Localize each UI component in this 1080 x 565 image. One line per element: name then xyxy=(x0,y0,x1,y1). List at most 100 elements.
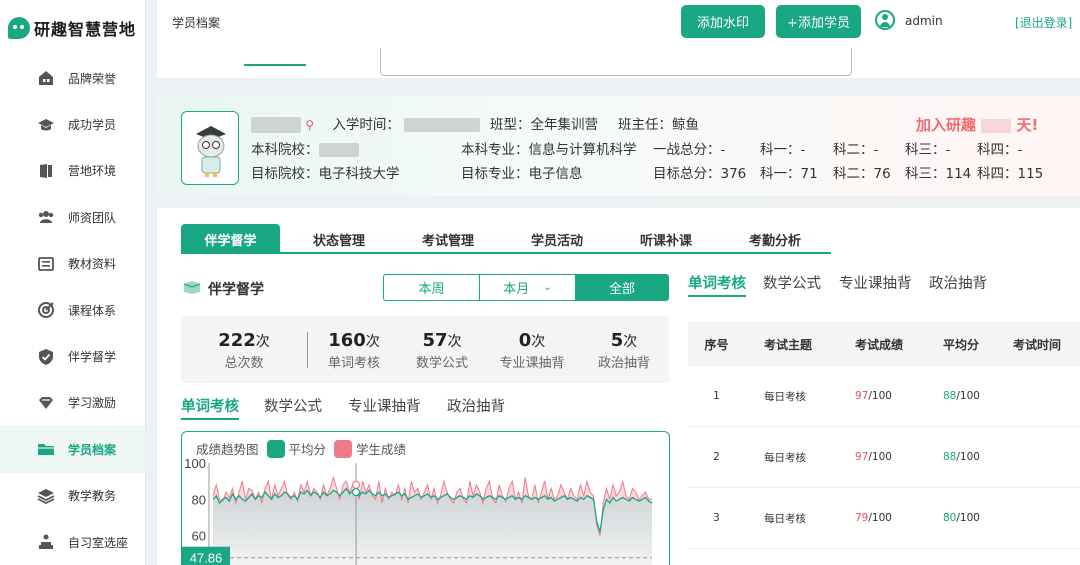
sidebar-item-courses[interactable]: 课程体系 xyxy=(0,287,145,333)
tab-attendance[interactable]: 考勤分析 xyxy=(727,224,823,254)
student-info-card: ⚲ 入学时间： 班型：全年集训营 班主任：鲸鱼 加入研趣 天! 本科院校： 本科… xyxy=(157,96,1080,196)
tab-makeup[interactable]: 听课补课 xyxy=(618,224,714,254)
list-icon xyxy=(37,255,55,273)
class-type: 班型：全年集训营 xyxy=(490,117,598,133)
user-avatar-icon xyxy=(875,10,895,30)
legend-score: 学生成绩 xyxy=(356,442,407,457)
slogan: 加入研趣 天! xyxy=(916,116,1039,134)
tab-exams[interactable]: 考试管理 xyxy=(400,224,496,254)
logout-link[interactable]: [退出登录] xyxy=(1015,14,1072,31)
y-tick-label: 100 xyxy=(184,456,206,471)
student-row-1: ⚲ 入学时间： xyxy=(251,113,481,133)
crosshair-point-avg xyxy=(351,487,361,497)
chart-legend: 成绩趋势图 平均分 学生成绩 xyxy=(196,439,406,458)
sidebar-item-student-records[interactable]: 学员档案 xyxy=(0,426,145,473)
top-header: 学员档案 添加水印 +添加学员 admin [退出登录] xyxy=(157,0,1080,48)
target-major: 目标专业：电子信息 xyxy=(461,166,583,182)
stat-politics: 5次 政治抽背 xyxy=(597,330,650,371)
tab-supervision[interactable]: 伴学督学 xyxy=(181,224,280,254)
stat-major: 0次 专业课抽背 xyxy=(499,330,565,371)
right-subtab-math[interactable]: 数学公式 xyxy=(763,272,821,293)
nav-list: 品牌荣誉 成功学员 营地环境 师资团队 教材资料 课程体系 伴学督学 学习激励 xyxy=(0,55,145,565)
sidebar-item-label: 伴学督学 xyxy=(68,350,117,365)
stat-math: 57次 数学公式 xyxy=(415,330,468,371)
right-subtab-words[interactable]: 单词考核 xyxy=(688,272,746,297)
subtab-major[interactable]: 专业课抽背 xyxy=(348,395,421,416)
target-total: 目标总分：376 xyxy=(653,166,747,182)
table-row[interactable]: 3 每日考核 79/100 80/100 xyxy=(688,488,1080,549)
main-panel: 伴学督学 状态管理 考试管理 学员活动 听课补课 考勤分析 伴学督学 本周 本月… xyxy=(157,208,1080,565)
target-s3: 科三：114 xyxy=(905,166,972,182)
strip-tab-indicator xyxy=(244,64,306,66)
search-input[interactable] xyxy=(380,48,852,76)
sidebar-item-supervision[interactable]: 伴学督学 xyxy=(0,333,145,379)
sidebar-item-incentive[interactable]: 学习激励 xyxy=(0,380,145,426)
sidebar-item-teaching[interactable]: 教学教务 xyxy=(0,473,145,519)
period-week[interactable]: 本周 xyxy=(384,275,480,300)
shield-check-icon xyxy=(37,348,55,366)
enroll-date-blurred xyxy=(404,118,481,132)
student-name-blurred xyxy=(251,117,301,133)
stat-divider xyxy=(307,332,308,368)
right-subtab-major[interactable]: 专业课抽背 xyxy=(839,272,912,293)
app-name: 研趣智慧营地 xyxy=(34,19,137,39)
target-icon xyxy=(37,301,55,319)
tab-activities[interactable]: 学员活动 xyxy=(509,224,605,254)
first-try-s2: 科二：- xyxy=(833,142,879,158)
sidebar-item-label: 自习室选座 xyxy=(68,535,129,550)
subtab-politics[interactable]: 政治抽背 xyxy=(447,395,505,416)
book-icon xyxy=(182,278,202,300)
legend-swatch-avg[interactable] xyxy=(266,439,285,458)
add-student-button[interactable]: +添加学员 xyxy=(776,5,861,38)
sidebar-item-label: 课程体系 xyxy=(68,303,117,318)
sidebar-item-environment[interactable]: 营地环境 xyxy=(0,148,145,194)
sidebar-item-teachers[interactable]: 师资团队 xyxy=(0,194,145,240)
first-try-s1: 科一：- xyxy=(760,142,806,158)
folder-icon xyxy=(37,440,55,458)
door-icon xyxy=(37,162,55,180)
graduation-cap-icon xyxy=(37,116,55,134)
team-icon xyxy=(37,208,55,226)
right-subtab-politics[interactable]: 政治抽背 xyxy=(929,272,987,293)
period-month[interactable]: 本月 ⌄ xyxy=(480,275,576,300)
chevron-down-icon: ⌄ xyxy=(543,282,552,293)
diamond-icon xyxy=(37,394,55,412)
y-tick-label: 80 xyxy=(192,492,206,507)
legend-avg: 平均分 xyxy=(288,442,327,457)
sidebar-item-materials[interactable]: 教材资料 xyxy=(0,241,145,287)
subtab-math[interactable]: 数学公式 xyxy=(264,395,322,416)
building-icon xyxy=(37,69,55,87)
main-tabs: 伴学督学 状态管理 考试管理 学员活动 听课补课 考勤分析 xyxy=(181,224,831,254)
table-row[interactable]: 2 每日考核 97/100 88/100 xyxy=(688,427,1080,488)
sidebar-item-seat-booking[interactable]: 自习室选座 xyxy=(0,519,145,565)
logo-icon xyxy=(8,16,30,39)
student-avatar[interactable] xyxy=(181,111,239,185)
sidebar-item-label: 教材资料 xyxy=(68,257,117,272)
period-selector: 本周 本月 ⌄ 全部 xyxy=(383,274,669,301)
sidebar: 研趣智慧营地 品牌荣誉 成功学员 营地环境 师资团队 教材资料 课程体系 伴学督… xyxy=(0,0,146,565)
subtab-words[interactable]: 单词考核 xyxy=(181,395,239,420)
table-row[interactable]: 1 每日考核 97/100 88/100 xyxy=(688,366,1080,427)
user-name: admin xyxy=(905,14,943,28)
period-all[interactable]: 全部 xyxy=(576,275,668,300)
search-icon[interactable]: ⚲ xyxy=(305,118,314,132)
sidebar-item-success[interactable]: 成功学员 xyxy=(0,101,145,147)
head-teacher: 班主任：鲸鱼 xyxy=(618,117,699,133)
add-watermark-button[interactable]: 添加水印 xyxy=(681,5,765,38)
target-s2: 科二：76 xyxy=(833,166,891,182)
exam-table: 序号 考试主题 考试成绩 平均分 考试时间 1 每日考核 97/100 88/1… xyxy=(688,322,1080,549)
mascot-icon xyxy=(196,126,226,177)
app-logo[interactable]: 研趣智慧营地 xyxy=(0,0,145,55)
undergrad-school: 本科院校： xyxy=(251,138,359,158)
stat-total: 222次 总次数 xyxy=(218,330,270,371)
sidebar-item-label: 品牌荣誉 xyxy=(68,71,117,86)
target-s1: 科一：71 xyxy=(760,166,818,182)
table-header: 序号 考试主题 考试成绩 平均分 考试时间 xyxy=(688,322,1080,366)
tab-status[interactable]: 状态管理 xyxy=(291,224,387,254)
sidebar-item-label: 师资团队 xyxy=(68,210,117,225)
first-try-s4: 科四：- xyxy=(977,142,1023,158)
sidebar-item-label: 教学教务 xyxy=(68,489,117,504)
sidebar-item-label: 学员档案 xyxy=(68,442,117,457)
sidebar-item-brand[interactable]: 品牌荣誉 xyxy=(0,55,145,101)
legend-swatch-score[interactable] xyxy=(334,439,353,458)
